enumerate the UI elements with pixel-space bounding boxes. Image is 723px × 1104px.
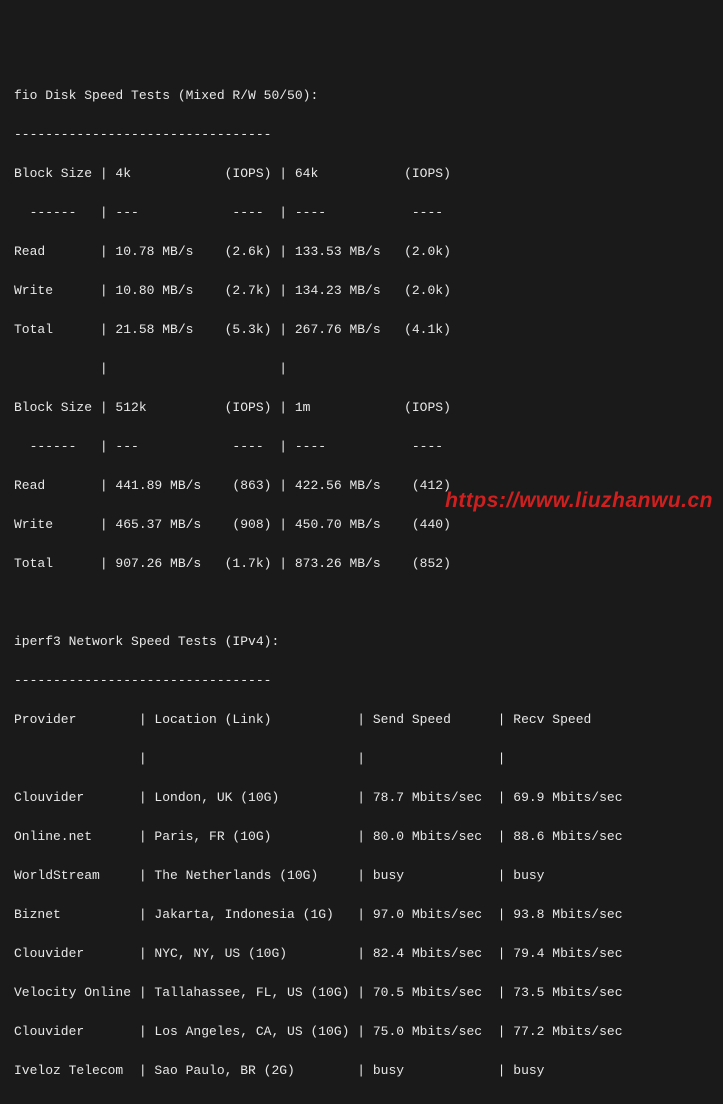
fio-row-write-1: Write | 10.80 MB/s (2.7k) | 134.23 MB/s …	[14, 281, 709, 301]
iperf-row: WorldStream | The Netherlands (10G) | bu…	[14, 866, 709, 886]
fio-row-total-2: Total | 907.26 MB/s (1.7k) | 873.26 MB/s…	[14, 554, 709, 574]
iperf-row: Clouvider | Los Angeles, CA, US (10G) | …	[14, 1022, 709, 1042]
iperf-row: Clouvider | London, UK (10G) | 78.7 Mbit…	[14, 788, 709, 808]
fio-title: fio Disk Speed Tests (Mixed R/W 50/50):	[14, 86, 709, 106]
fio-header-2-rule: ------ | --- ---- | ---- ----	[14, 437, 709, 457]
iperf-row: Online.net | Paris, FR (10G) | 80.0 Mbit…	[14, 827, 709, 847]
iperf-header-rule: | | |	[14, 749, 709, 769]
iperf-title: iperf3 Network Speed Tests (IPv4):	[14, 632, 709, 652]
watermark-text: https://www.liuzhanwu.cn	[445, 485, 713, 517]
iperf-row: Biznet | Jakarta, Indonesia (1G) | 97.0 …	[14, 905, 709, 925]
fio-row-total-1: Total | 21.58 MB/s (5.3k) | 267.76 MB/s …	[14, 320, 709, 340]
fio-header-1-rule: ------ | --- ---- | ---- ----	[14, 203, 709, 223]
iperf-row: Clouvider | NYC, NY, US (10G) | 82.4 Mbi…	[14, 944, 709, 964]
iperf-row: Iveloz Telecom | Sao Paulo, BR (2G) | bu…	[14, 1061, 709, 1081]
blank-line	[14, 593, 709, 613]
iperf-header: Provider | Location (Link) | Send Speed …	[14, 710, 709, 730]
fio-header-2: Block Size | 512k (IOPS) | 1m (IOPS)	[14, 398, 709, 418]
fio-spacer-1: | |	[14, 359, 709, 379]
iperf-row: Velocity Online | Tallahassee, FL, US (1…	[14, 983, 709, 1003]
blank-line	[14, 1100, 709, 1104]
fio-row-write-2: Write | 465.37 MB/s (908) | 450.70 MB/s …	[14, 515, 709, 535]
fio-row-read-1: Read | 10.78 MB/s (2.6k) | 133.53 MB/s (…	[14, 242, 709, 262]
fio-divider: ---------------------------------	[14, 125, 709, 145]
fio-header-1: Block Size | 4k (IOPS) | 64k (IOPS)	[14, 164, 709, 184]
iperf-divider: ---------------------------------	[14, 671, 709, 691]
